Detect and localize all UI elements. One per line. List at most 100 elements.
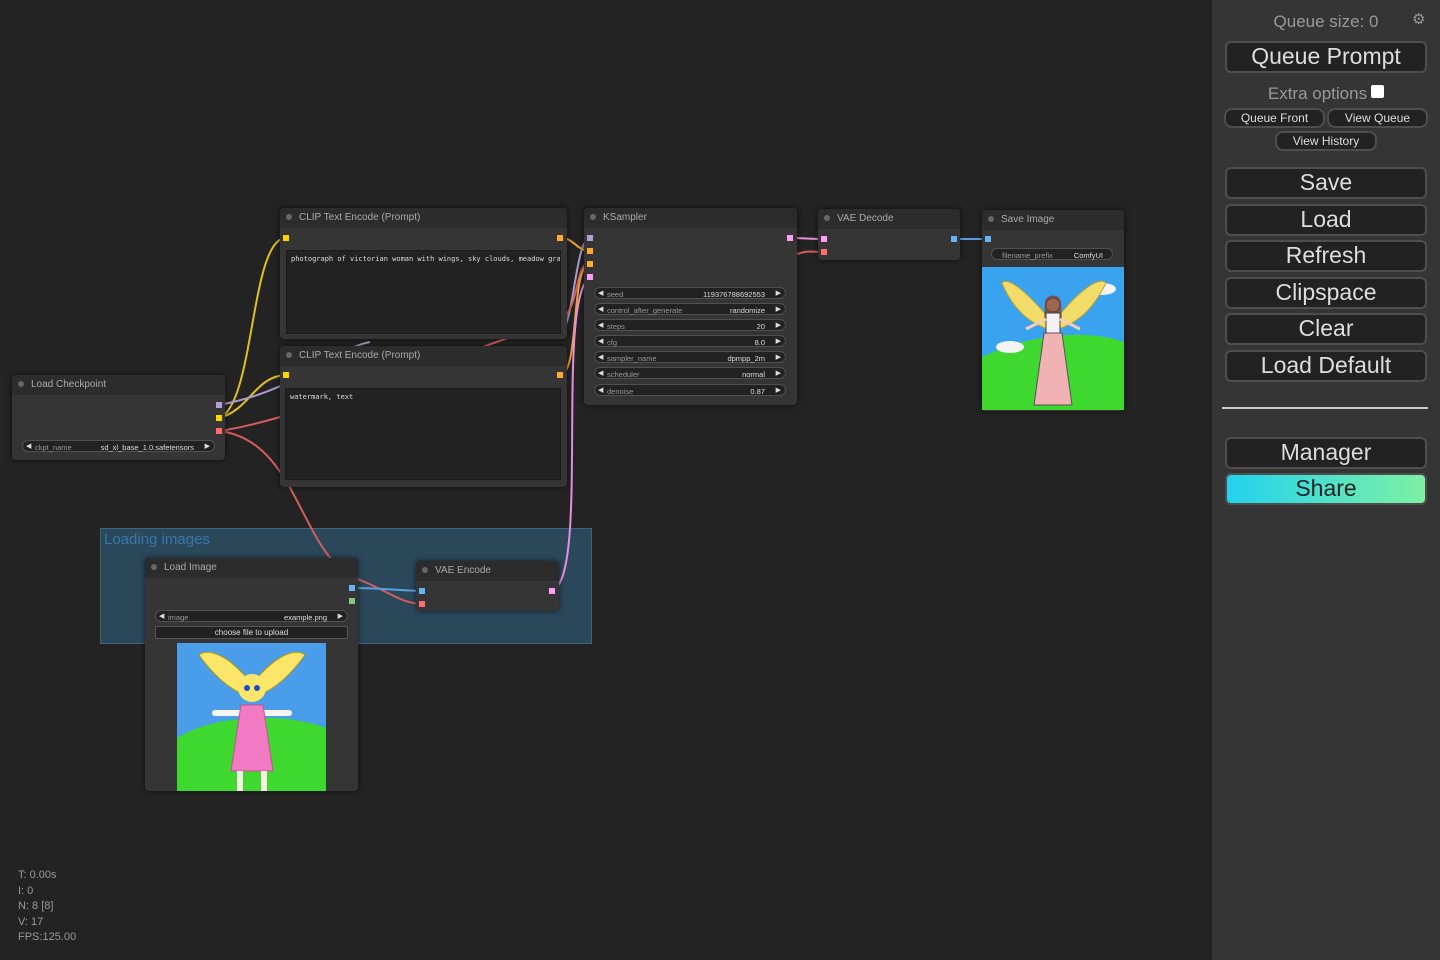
- widget-denoise[interactable]: ◀ denoise 0.87 ▶: [594, 384, 786, 396]
- collapse-dot[interactable]: [286, 214, 292, 220]
- output-slot-image[interactable]: [349, 585, 355, 591]
- queue-front-button[interactable]: Queue Front: [1224, 108, 1325, 128]
- queue-prompt-button[interactable]: Queue Prompt: [1225, 41, 1427, 73]
- node-clip-text-encode-negative[interactable]: CLIP Text Encode (Prompt) watermark, tex…: [280, 346, 567, 487]
- collapse-dot[interactable]: [590, 214, 596, 220]
- increment-arrow-icon[interactable]: ▶: [776, 289, 781, 297]
- node-header[interactable]: CLIP Text Encode (Prompt): [280, 208, 567, 228]
- output-slot-conditioning[interactable]: [557, 372, 563, 378]
- node-save-image[interactable]: Save Image filename_prefix ComfyUI: [982, 210, 1124, 411]
- node-vae-decode[interactable]: VAE Decode: [818, 209, 960, 260]
- widget-steps[interactable]: ◀ steps 20 ▶: [594, 319, 786, 331]
- decrement-arrow-icon[interactable]: ◀: [598, 289, 603, 297]
- input-slot-vae[interactable]: [821, 249, 827, 255]
- load-button[interactable]: Load: [1225, 204, 1427, 236]
- increment-arrow-icon[interactable]: ▶: [776, 321, 781, 329]
- view-history-button[interactable]: View History: [1275, 131, 1377, 151]
- collapse-dot[interactable]: [286, 352, 292, 358]
- increment-arrow-icon[interactable]: ▶: [338, 612, 343, 620]
- output-slot-conditioning[interactable]: [557, 235, 563, 241]
- node-header[interactable]: CLIP Text Encode (Prompt): [280, 346, 567, 366]
- widget-filename-prefix[interactable]: filename_prefix ComfyUI: [991, 248, 1113, 260]
- graph-canvas[interactable]: Loading images Load Checkpoint ◀ ckpt_na…: [0, 0, 1212, 960]
- decrement-arrow-icon[interactable]: ◀: [26, 442, 31, 450]
- input-slot-clip[interactable]: [283, 372, 289, 378]
- output-slot-mask[interactable]: [349, 598, 355, 604]
- increment-arrow-icon[interactable]: ▶: [776, 386, 781, 394]
- collapse-dot[interactable]: [422, 567, 428, 573]
- output-slot-vae[interactable]: [216, 428, 222, 434]
- output-slot-image[interactable]: [951, 236, 957, 242]
- decrement-arrow-icon[interactable]: ◀: [598, 305, 603, 313]
- input-slot-positive[interactable]: [587, 248, 593, 254]
- clear-button[interactable]: Clear: [1225, 313, 1427, 345]
- extra-options-checkbox[interactable]: [1371, 85, 1385, 98]
- widget-image[interactable]: ◀ image example.png ▶: [155, 610, 348, 622]
- widget-name: denoise: [607, 386, 634, 396]
- widget-value: normal: [742, 369, 765, 379]
- node-ksampler[interactable]: KSampler ◀ seed 119376788692553 ▶ ◀ cont…: [584, 208, 797, 405]
- collapse-dot[interactable]: [824, 215, 830, 221]
- input-slot-samples[interactable]: [821, 236, 827, 242]
- collapse-dot[interactable]: [988, 216, 994, 222]
- upload-button[interactable]: choose file to upload: [155, 626, 348, 639]
- input-slot-negative[interactable]: [587, 261, 593, 267]
- widget-cfg[interactable]: ◀ cfg 8.0 ▶: [594, 335, 786, 347]
- input-slot-clip[interactable]: [283, 235, 289, 241]
- clipspace-button[interactable]: Clipspace: [1225, 277, 1427, 309]
- gear-icon[interactable]: ⚙: [1412, 12, 1428, 28]
- widget-seed[interactable]: ◀ seed 119376788692553 ▶: [594, 287, 786, 299]
- increment-arrow-icon[interactable]: ▶: [776, 305, 781, 313]
- menu-divider: [1222, 407, 1428, 409]
- node-header[interactable]: VAE Decode: [818, 209, 960, 229]
- input-slot-images[interactable]: [985, 236, 991, 242]
- widget-scheduler[interactable]: ◀ scheduler normal ▶: [594, 367, 786, 379]
- widget-control-after-generate[interactable]: ◀ control_after_generate randomize ▶: [594, 303, 786, 315]
- collapse-dot[interactable]: [151, 564, 157, 570]
- output-slot-model[interactable]: [216, 402, 222, 408]
- widget-name: image: [168, 612, 189, 622]
- view-queue-button[interactable]: View Queue: [1327, 108, 1428, 128]
- node-load-image[interactable]: Load Image ◀ image example.png ▶ choose …: [145, 558, 358, 791]
- increment-arrow-icon[interactable]: ▶: [776, 353, 781, 361]
- prompt-textarea[interactable]: photograph of victorian woman with wings…: [286, 250, 561, 334]
- increment-arrow-icon[interactable]: ▶: [776, 337, 781, 345]
- output-slot-clip[interactable]: [216, 415, 222, 421]
- stat-nodes: N: 8 [8]: [18, 900, 54, 913]
- node-header[interactable]: Save Image: [982, 210, 1124, 230]
- output-slot-latent[interactable]: [787, 235, 793, 241]
- manager-button[interactable]: Manager: [1225, 437, 1427, 469]
- load-default-button[interactable]: Load Default: [1225, 350, 1427, 382]
- save-button[interactable]: Save: [1225, 167, 1427, 199]
- output-image-preview[interactable]: [982, 267, 1124, 410]
- widget-sampler-name[interactable]: ◀ sampler_name dpmpp_2m ▶: [594, 351, 786, 363]
- share-button[interactable]: Share: [1225, 473, 1427, 505]
- decrement-arrow-icon[interactable]: ◀: [159, 612, 164, 620]
- output-slot-latent[interactable]: [549, 588, 555, 594]
- widget-value: 8.0: [754, 337, 765, 347]
- increment-arrow-icon[interactable]: ▶: [205, 442, 210, 450]
- widget-ckpt-name[interactable]: ◀ ckpt_name sd_xl_base_1.0.safetensors ▶: [22, 440, 215, 452]
- decrement-arrow-icon[interactable]: ◀: [598, 386, 603, 394]
- node-load-checkpoint[interactable]: Load Checkpoint ◀ ckpt_name sd_xl_base_1…: [12, 375, 225, 460]
- decrement-arrow-icon[interactable]: ◀: [598, 321, 603, 329]
- prompt-textarea[interactable]: watermark, text: [285, 388, 561, 480]
- collapse-dot[interactable]: [18, 381, 24, 387]
- node-header[interactable]: VAE Encode: [416, 561, 559, 581]
- node-header[interactable]: Load Image: [145, 558, 358, 578]
- input-slot-latent[interactable]: [587, 274, 593, 280]
- refresh-button[interactable]: Refresh: [1225, 240, 1427, 272]
- increment-arrow-icon[interactable]: ▶: [776, 369, 781, 377]
- node-header[interactable]: KSampler: [584, 208, 797, 228]
- input-slot-pixels[interactable]: [419, 588, 425, 594]
- node-header[interactable]: Load Checkpoint: [12, 375, 225, 395]
- input-slot-model[interactable]: [587, 235, 593, 241]
- decrement-arrow-icon[interactable]: ◀: [598, 369, 603, 377]
- input-slot-vae[interactable]: [419, 601, 425, 607]
- node-vae-encode[interactable]: VAE Encode: [416, 561, 559, 611]
- input-image-preview[interactable]: [177, 643, 326, 791]
- widget-name: filename_prefix: [1002, 250, 1053, 260]
- decrement-arrow-icon[interactable]: ◀: [598, 337, 603, 345]
- decrement-arrow-icon[interactable]: ◀: [598, 353, 603, 361]
- node-clip-text-encode-positive[interactable]: CLIP Text Encode (Prompt) photograph of …: [280, 208, 567, 339]
